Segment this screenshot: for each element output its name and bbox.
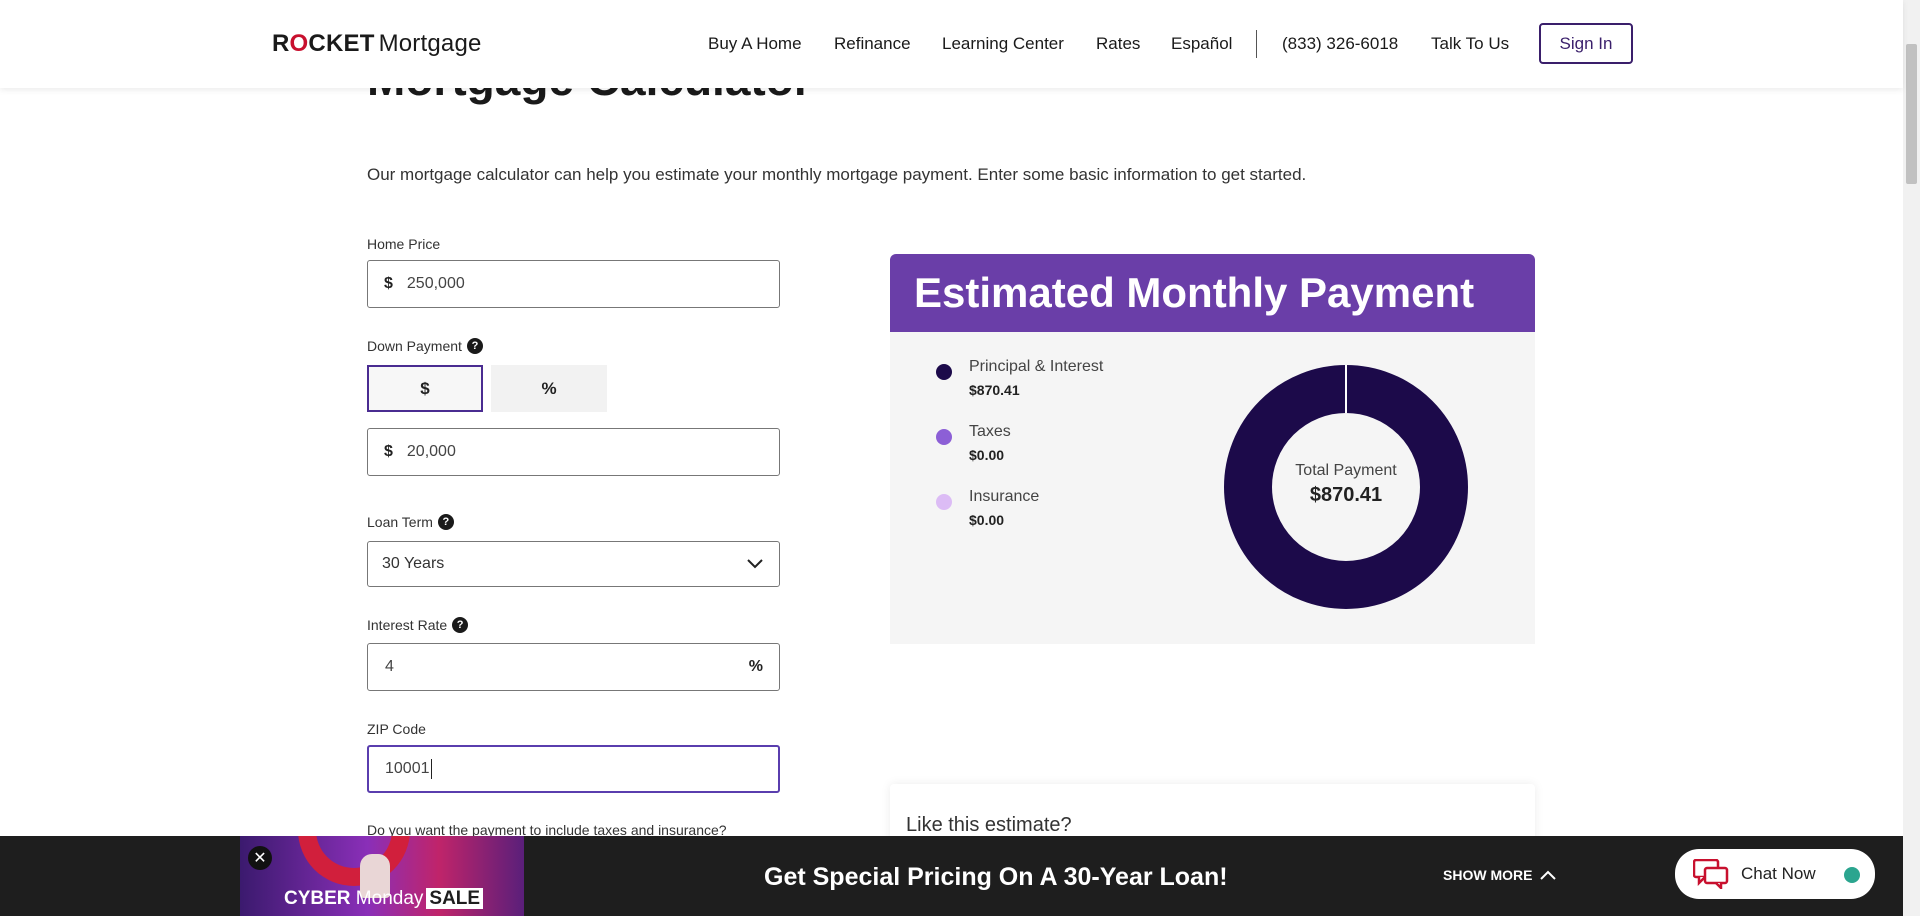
- zip-code-label: ZIP Code: [367, 721, 426, 737]
- currency-prefix: $: [384, 275, 393, 292]
- logo-sub: Mortgage: [378, 30, 482, 57]
- legend-dot: [936, 364, 952, 380]
- down-payment-percent-toggle[interactable]: %: [491, 365, 607, 412]
- promo-banner: CYBER Monday SALE ✕ Get Special Pricing O…: [0, 836, 1903, 916]
- legend-name: Taxes: [969, 423, 1011, 440]
- down-payment-label: Down Payment ?: [367, 338, 483, 354]
- chevron-up-icon: [1540, 870, 1557, 880]
- nav-rates[interactable]: Rates: [1096, 34, 1140, 54]
- down-payment-label-text: Down Payment: [367, 338, 462, 354]
- estimate-card-body: Principal & Interest $870.41 Taxes $0.00…: [890, 332, 1535, 644]
- donut-center: Total Payment $870.41: [1276, 462, 1416, 507]
- promo-circle-graphic: [298, 836, 410, 886]
- like-estimate-text: Like this estimate?: [906, 814, 1072, 836]
- legend-name: Insurance: [969, 488, 1040, 505]
- home-price-input[interactable]: $ 250,000: [367, 260, 780, 308]
- nav-talk-to-us[interactable]: Talk To Us: [1431, 34, 1509, 54]
- interest-rate-input[interactable]: 4 %: [367, 643, 780, 691]
- loan-term-value: 30 Years: [382, 555, 445, 572]
- intro-text: Our mortgage calculator can help you est…: [367, 165, 1307, 184]
- close-icon[interactable]: ✕: [248, 846, 272, 870]
- page: ROCKET Mortgage Buy A Home Refinance Lear…: [0, 0, 1920, 916]
- nav-divider: [1256, 30, 1257, 58]
- nav-learning-center[interactable]: Learning Center: [942, 34, 1064, 54]
- chevron-down-icon: [747, 559, 763, 569]
- show-more-button[interactable]: SHOW MORE: [1443, 867, 1557, 883]
- logo-letter-o: O: [289, 30, 309, 57]
- promo-text: CYBER Monday SALE: [284, 888, 484, 910]
- nav-refinance[interactable]: Refinance: [834, 34, 911, 54]
- home-price-value: 250,000: [406, 275, 465, 292]
- text-cursor: [430, 759, 432, 779]
- zip-code-input[interactable]: 10001: [367, 745, 780, 793]
- percent-suffix: %: [748, 658, 763, 675]
- estimate-card-header: Estimated Monthly Payment: [890, 254, 1535, 332]
- chat-now-label: Chat Now: [1741, 864, 1816, 883]
- site-header: ROCKET Mortgage Buy A Home Refinance Lear…: [0, 0, 1903, 88]
- interest-rate-label: Interest Rate ?: [367, 617, 469, 633]
- nav-phone[interactable]: (833) 326-6018: [1282, 34, 1398, 54]
- promo-word-2: Monday: [355, 888, 424, 909]
- loan-term-select[interactable]: 30 Years: [367, 541, 780, 587]
- logo-letters-cket: CKET: [308, 30, 375, 57]
- chat-bubble-icon: [1693, 859, 1729, 889]
- legend-value: $0.00: [969, 512, 1005, 528]
- interest-rate-value: 4: [385, 658, 394, 675]
- down-payment-input[interactable]: $ 20,000: [367, 428, 780, 476]
- rocket-mortgage-logo[interactable]: ROCKET Mortgage: [272, 30, 482, 58]
- loan-term-label-text: Loan Term: [367, 514, 433, 530]
- scrollbar-thumb[interactable]: [1906, 44, 1917, 184]
- estimate-heading: Estimated Monthly Payment: [914, 269, 1475, 316]
- legend-dot: [936, 429, 952, 445]
- legend-value: $870.41: [969, 382, 1020, 398]
- currency-prefix: $: [384, 443, 393, 460]
- loan-term-label: Loan Term ?: [367, 514, 454, 530]
- home-price-label: Home Price: [367, 236, 440, 252]
- promo-image[interactable]: CYBER Monday SALE ✕: [240, 836, 524, 916]
- loan-term-help-icon[interactable]: ?: [437, 514, 454, 530]
- zip-code-value: 10001: [385, 760, 430, 777]
- banner-headline: Get Special Pricing On A 30-Year Loan!: [764, 863, 1228, 891]
- home-price-label-text: Home Price: [367, 236, 441, 252]
- chat-now-button[interactable]: Chat Now: [1675, 849, 1875, 899]
- zip-code-label-text: ZIP Code: [367, 721, 426, 737]
- total-payment-value: $870.41: [1309, 484, 1383, 506]
- interest-rate-help-icon[interactable]: ?: [452, 617, 469, 633]
- sign-in-button[interactable]: Sign In: [1539, 23, 1633, 64]
- down-payment-dollar-toggle[interactable]: $: [367, 365, 483, 412]
- legend-dot: [936, 494, 952, 510]
- nav-buy-a-home[interactable]: Buy A Home: [708, 34, 802, 54]
- chat-online-indicator: [1844, 867, 1860, 883]
- legend-value: $0.00: [969, 447, 1005, 463]
- nav-espanol[interactable]: Español: [1171, 34, 1232, 54]
- down-payment-value: 20,000: [406, 443, 456, 460]
- legend-name: Principal & Interest: [969, 358, 1104, 375]
- promo-word-3: SALE: [426, 888, 484, 909]
- interest-rate-label-text: Interest Rate: [367, 617, 448, 633]
- show-more-label: SHOW MORE: [1443, 867, 1533, 883]
- down-payment-help-icon[interactable]: ?: [466, 338, 483, 354]
- promo-word-1: CYBER: [284, 888, 351, 909]
- logo-letter-r: R: [272, 30, 290, 57]
- total-payment-label: Total Payment: [1295, 462, 1397, 479]
